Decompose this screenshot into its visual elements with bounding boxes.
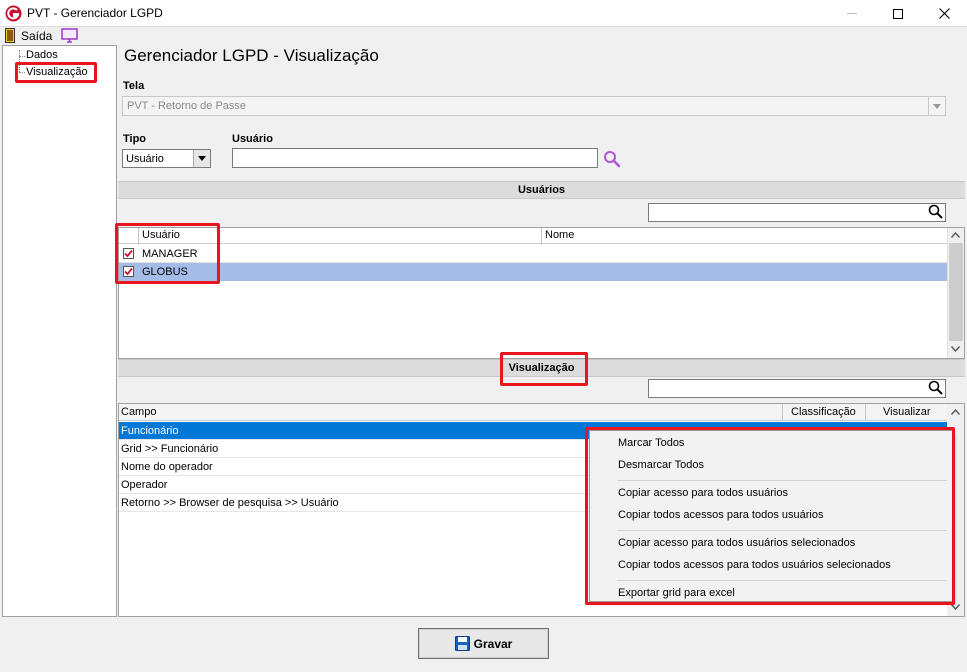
- scroll-up-icon[interactable]: [951, 232, 960, 238]
- minimize-button[interactable]: —: [829, 0, 875, 27]
- menu-saida[interactable]: Saída: [21, 29, 52, 43]
- column-header-campo[interactable]: Campo: [121, 406, 156, 418]
- tipo-label: Tipo: [123, 133, 147, 145]
- tela-select[interactable]: PVT - Retorno de Passe: [122, 96, 946, 116]
- highlight-box: [585, 427, 955, 605]
- scroll-up-icon[interactable]: [951, 409, 960, 415]
- monitor-icon[interactable]: [61, 28, 78, 43]
- search-icon[interactable]: [928, 204, 944, 220]
- highlight-box: [115, 223, 220, 284]
- search-icon[interactable]: [928, 380, 944, 396]
- column-divider: [865, 404, 866, 421]
- tree-connector: [19, 56, 25, 57]
- exit-door-icon[interactable]: [5, 28, 15, 43]
- column-divider: [782, 404, 783, 421]
- table-row[interactable]: [119, 263, 947, 281]
- close-icon: [938, 8, 950, 19]
- app-logo-icon: [5, 5, 22, 22]
- table-row[interactable]: [119, 245, 947, 263]
- chevron-down-icon: [198, 156, 206, 161]
- save-button-label: Gravar: [473, 636, 513, 651]
- tipo-dropdown-arrow[interactable]: [193, 150, 210, 167]
- window-title: PVT - Gerenciador LGPD: [27, 6, 163, 20]
- visualizacao-search-input[interactable]: [648, 379, 946, 398]
- tela-dropdown-arrow[interactable]: [928, 97, 945, 115]
- column-header-nome[interactable]: Nome: [545, 229, 574, 241]
- cell-campo: Operador: [121, 479, 168, 491]
- usuarios-search-input[interactable]: [648, 203, 946, 222]
- close-button[interactable]: [921, 0, 967, 27]
- column-header-visualizar[interactable]: Visualizar: [883, 406, 931, 418]
- cell-campo: Funcionário: [121, 425, 179, 437]
- cell-campo: Retorno >> Browser de pesquisa >> Usuári…: [121, 497, 339, 509]
- usuarios-section-header: Usuários: [118, 181, 965, 199]
- tipo-select-value: Usuário: [126, 153, 164, 165]
- cell-campo: Grid >> Funcionário: [121, 443, 219, 455]
- highlight-box: [15, 62, 97, 83]
- save-button[interactable]: Gravar: [418, 628, 549, 659]
- maximize-icon: [893, 8, 903, 19]
- usuarios-grid-header: [119, 228, 947, 244]
- page-title: Gerenciador LGPD - Visualização: [124, 46, 379, 65]
- column-header-classificacao[interactable]: Classificação: [791, 406, 856, 418]
- chevron-down-icon: [933, 103, 941, 109]
- highlight-box: [500, 352, 588, 386]
- minimize-icon: —: [847, 8, 857, 19]
- menu-bar: [0, 27, 967, 45]
- tela-label: Tela: [123, 80, 145, 92]
- cell-campo: Nome do operador: [121, 461, 213, 473]
- search-icon[interactable]: [603, 150, 621, 168]
- tela-select-value: PVT - Retorno de Passe: [127, 100, 247, 112]
- usuario-input[interactable]: [232, 148, 598, 168]
- nav-item-dados[interactable]: Dados: [26, 49, 58, 61]
- scrollbar-thumb[interactable]: [949, 243, 963, 341]
- floppy-disk-icon: [454, 636, 470, 651]
- maximize-button[interactable]: [875, 0, 921, 27]
- left-navigation: [2, 45, 117, 617]
- scroll-down-icon[interactable]: [951, 346, 960, 352]
- usuarios-section-title: Usuários: [517, 184, 566, 196]
- usuario-label: Usuário: [232, 133, 273, 145]
